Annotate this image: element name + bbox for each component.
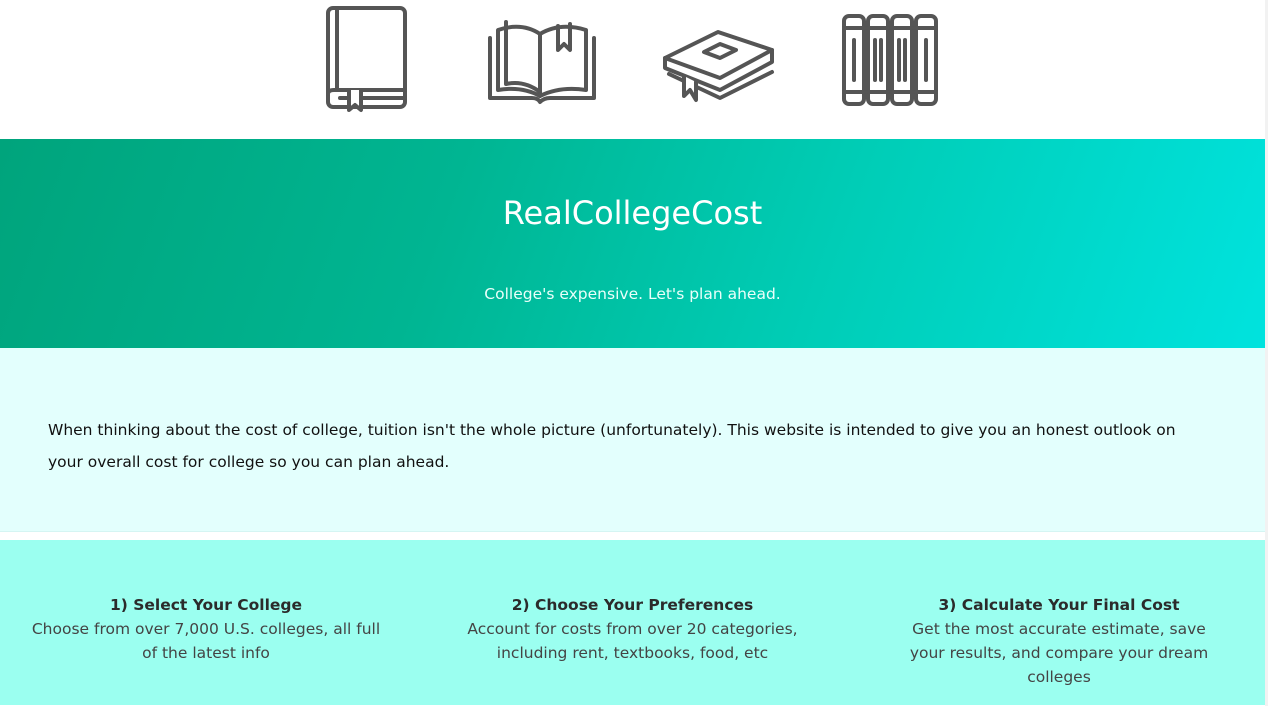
step-calculate-cost: 3) Calculate Your Final Cost Get the mos…	[896, 593, 1222, 689]
step-select-college: 1) Select Your College Choose from over …	[30, 593, 382, 665]
site-title: RealCollegeCost	[502, 194, 763, 232]
icon-strip	[0, 0, 1265, 139]
books-on-shelf-icon	[838, 12, 942, 108]
step-title: 3) Calculate Your Final Cost	[938, 596, 1180, 614]
graduation-book-icon	[660, 14, 778, 106]
site-tagline: College's expensive. Let's plan ahead.	[484, 285, 781, 303]
open-book-icon	[486, 14, 598, 106]
intro-section: When thinking about the cost of college,…	[0, 348, 1265, 532]
intro-text: When thinking about the cost of college,…	[48, 421, 1176, 471]
step-title: 2) Choose Your Preferences	[511, 596, 754, 614]
step-description: Get the most accurate estimate, save you…	[909, 620, 1209, 686]
step-choose-preferences: 2) Choose Your Preferences Account for c…	[465, 593, 800, 665]
hero-banner: RealCollegeCost College's expensive. Let…	[0, 139, 1265, 348]
landing-page: RealCollegeCost College's expensive. Let…	[0, 0, 1265, 706]
step-description: Account for costs from over 20 categorie…	[467, 620, 798, 662]
step-title: 1) Select Your College	[109, 596, 303, 614]
closed-book-icon	[322, 4, 412, 116]
steps-section: 1) Select Your College Choose from over …	[0, 540, 1265, 705]
step-description: Choose from over 7,000 U.S. colleges, al…	[31, 620, 381, 662]
